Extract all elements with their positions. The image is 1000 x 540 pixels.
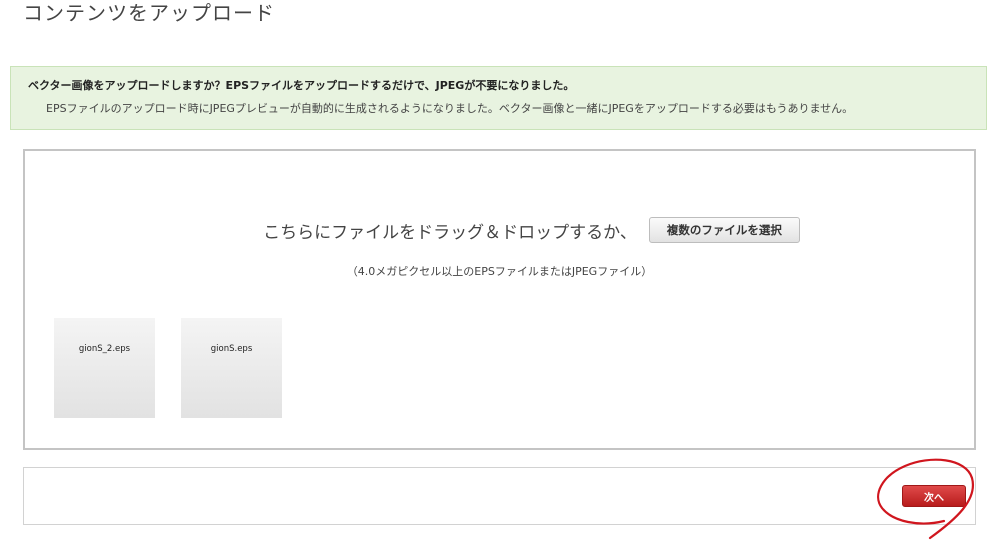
notice-body: EPSファイルのアップロード時にJPEGプレビューが自動的に生成されるようになり… — [46, 102, 854, 115]
file-thumbnail[interactable]: gionS.eps — [181, 318, 282, 418]
file-name: gionS.eps — [210, 344, 253, 354]
select-files-button[interactable]: 複数のファイルを選択 — [648, 217, 800, 243]
info-notice: ベクター画像をアップロードしますか？EPSファイルをアップロードするだけで、JP… — [10, 66, 987, 130]
file-thumbnail[interactable]: gionS_2.eps — [54, 318, 155, 418]
file-name: gionS_2.eps — [78, 344, 131, 354]
drop-row: こちらにファイルをドラッグ＆ドロップするか、 複数のファイルを選択 — [25, 215, 974, 245]
notice-headline: ベクター画像をアップロードしますか？EPSファイルをアップロードするだけで、JP… — [28, 79, 575, 92]
next-button[interactable]: 次へ — [902, 485, 966, 507]
upload-page: コンテンツをアップロード ベクター画像をアップロードしますか？EPSファイルをア… — [0, 0, 1000, 540]
file-requirements-hint: （4.0メガピクセル以上のEPSファイルまたはJPEGファイル） — [346, 265, 653, 278]
page-title: コンテンツをアップロード — [23, 1, 275, 25]
drop-prompt: こちらにファイルをドラッグ＆ドロップするか、 — [263, 222, 637, 243]
file-dropzone[interactable]: こちらにファイルをドラッグ＆ドロップするか、 複数のファイルを選択 （4.0メガ… — [23, 149, 976, 450]
footer-action-bar: 次へ — [23, 467, 976, 525]
